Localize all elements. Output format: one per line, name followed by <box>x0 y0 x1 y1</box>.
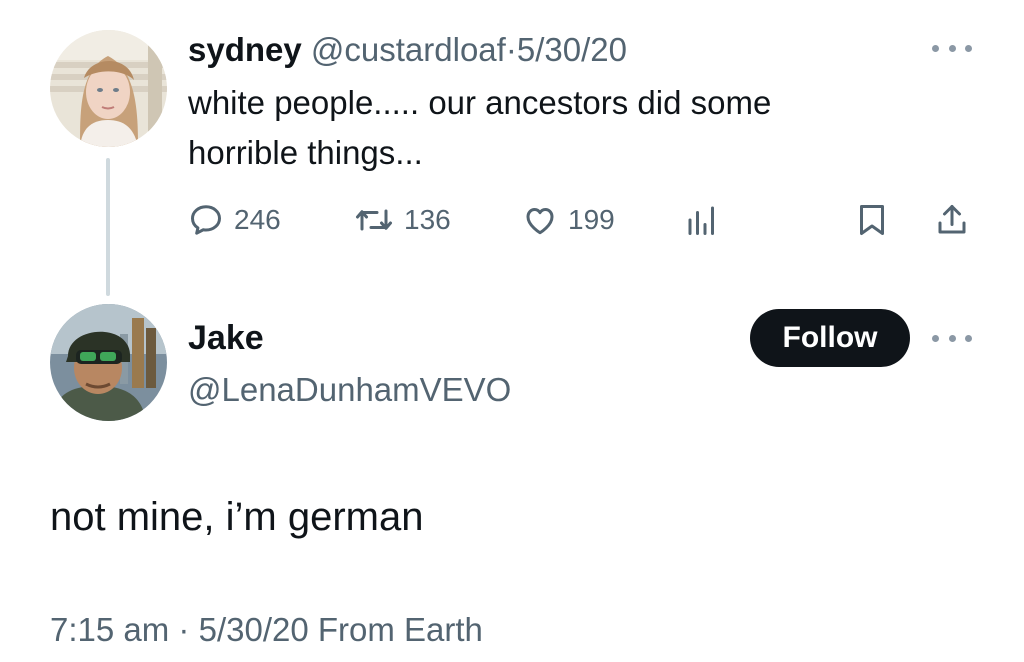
reply-icon <box>191 205 221 235</box>
tweet-source: From Earth <box>317 611 483 648</box>
views-button[interactable] <box>684 196 720 244</box>
views-icon <box>688 206 714 235</box>
retweet-button[interactable]: 136 <box>354 196 451 244</box>
share-icon <box>938 205 966 234</box>
dot-separator: · <box>178 611 190 648</box>
tweet-date[interactable]: 5/30/20 <box>199 611 309 648</box>
more-icon[interactable] <box>932 328 972 348</box>
reply-count: 246 <box>234 204 281 235</box>
tweet-date[interactable]: 5/30/20 <box>517 31 627 68</box>
tweet-text-line-1: white people..... our ancestors did some <box>188 84 772 121</box>
more-icon[interactable] <box>932 38 972 58</box>
follow-button[interactable]: Follow <box>750 309 910 367</box>
bookmark-button[interactable] <box>854 196 890 244</box>
reply-button[interactable]: 246 <box>188 196 281 244</box>
display-name[interactable]: sydney <box>188 31 302 68</box>
avatar-jake[interactable] <box>50 304 167 421</box>
user-handle[interactable]: @custardloaf <box>311 31 506 68</box>
retweet-icon <box>356 209 392 231</box>
tweet-text-line-2: horrible things... <box>188 134 423 171</box>
retweet-count: 136 <box>404 204 451 235</box>
tweet-text: white people..... our ancestors did some… <box>188 78 908 178</box>
reply-text: not mine, i’m german <box>50 495 424 539</box>
tweet-header: sydney @custardloaf·5/30/20 <box>188 28 627 72</box>
like-count: 199 <box>568 204 615 235</box>
like-icon <box>526 208 554 235</box>
tweet-meta: 7:15 am · 5/30/20 From Earth <box>50 606 483 654</box>
bookmark-icon <box>860 205 884 235</box>
avatar-jake-image <box>50 304 167 421</box>
reply-display-name[interactable]: Jake <box>188 316 264 360</box>
tweet-time[interactable]: 7:15 am <box>50 611 169 648</box>
dot-separator: · <box>505 31 517 68</box>
thread-connector-line <box>106 158 110 296</box>
avatar-sydney[interactable] <box>50 30 167 147</box>
avatar-sydney-image <box>50 30 167 147</box>
share-button[interactable] <box>934 196 970 244</box>
like-button[interactable]: 199 <box>522 196 615 244</box>
reply-user-handle[interactable]: @LenaDunhamVEVO <box>188 368 511 412</box>
